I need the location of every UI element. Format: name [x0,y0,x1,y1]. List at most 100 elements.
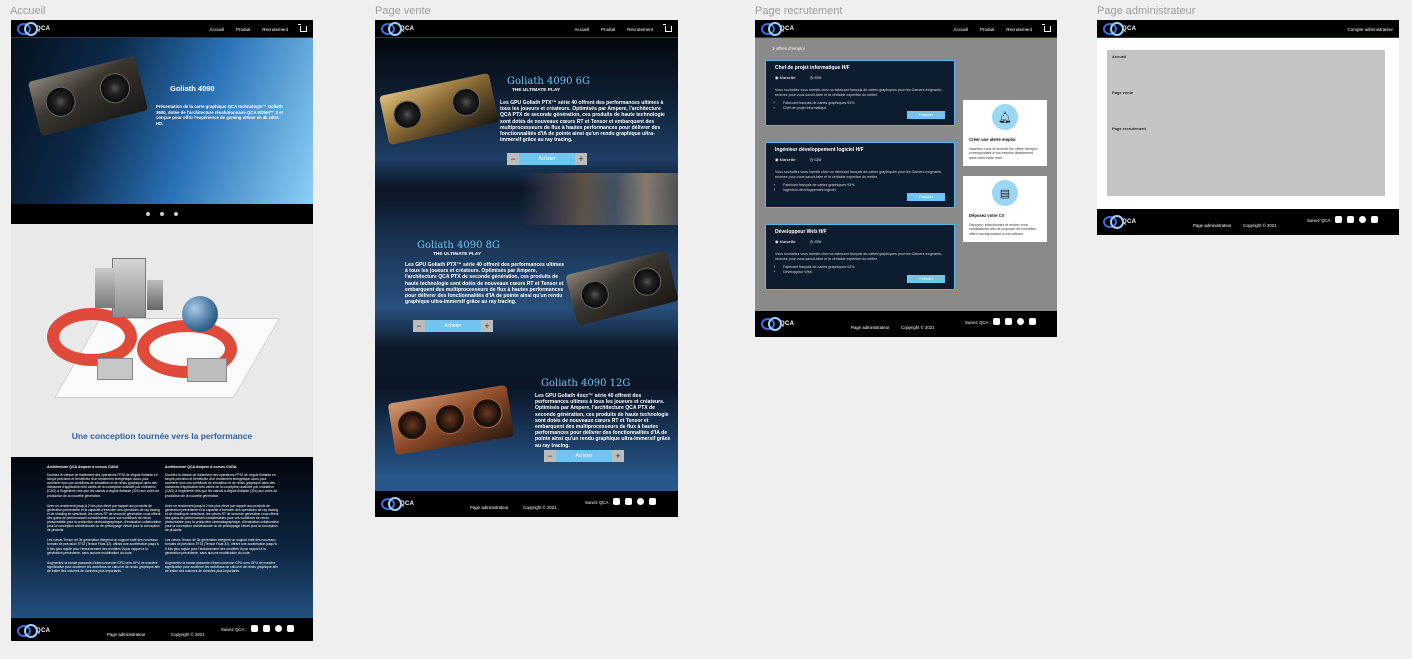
job-title: Ingénieur développement logiciel H/F [775,147,864,153]
youtube-icon[interactable] [1347,216,1354,223]
footer-admin-link[interactable]: Page administrateur [1193,223,1231,228]
nav-link-accueil[interactable]: Accueil [209,27,224,32]
logo[interactable]: QCA [17,21,51,36]
nav-link-produit[interactable]: Produit [601,27,615,32]
linkedin-icon[interactable] [287,625,294,632]
job-bullet: Ingénieur développement logiciel. [783,188,945,193]
product-image-12g [387,384,515,456]
facebook-icon[interactable] [1359,216,1366,223]
twitter-icon[interactable] [1335,216,1342,223]
plus-button[interactable]: + [481,320,493,332]
nav-link-recrutement[interactable]: Recrutement [627,27,653,32]
youtube-icon[interactable] [1005,318,1012,325]
twitter-icon[interactable] [613,498,620,505]
linkedin-icon[interactable] [1371,216,1378,223]
product-title-6g: Goliath 4090 6G [507,76,590,87]
linkedin-icon[interactable] [649,498,656,505]
cart-icon[interactable] [663,24,672,32]
game-screenshots-strip [520,173,678,225]
product-image-8g [565,250,678,326]
logo-icon [1103,215,1124,229]
carousel-dot[interactable] [160,212,164,216]
buy-button[interactable]: Acheter [425,320,481,332]
upload-cv-card[interactable]: ▤ Déposez votre CV Déposez, sélectionnez… [963,176,1047,242]
column-paragraph: Les cœurs Tensor de 3e génération intègr… [165,538,277,555]
cart-icon[interactable] [1042,24,1051,32]
carousel-dot[interactable] [174,212,178,216]
cart-icon[interactable] [298,24,307,32]
admin-item-accueil[interactable]: Accueil [1112,54,1126,59]
hero-title: Goliath 4090 [170,84,215,93]
nav-link-produit[interactable]: Produit [980,27,994,32]
footer: QCA Page administrateur Copyright © 2021… [375,491,678,517]
buy-control-6g: − Acheter + [507,153,587,165]
footer-follow-label: Suivez QCA : [1307,218,1333,223]
facebook-icon[interactable] [1017,318,1024,325]
apply-button[interactable]: Postuler [907,193,945,201]
logo[interactable]: QCA [761,21,794,36]
nav-link-recrutement[interactable]: Recrutement [1006,27,1032,32]
job-bullet: Chef de projet informatique. [783,106,945,111]
footer-logo[interactable]: QCA [381,497,414,511]
job-contract: ◷ CDI [809,75,822,80]
footer-copyright: Copyright © 2021 [1243,223,1277,228]
apply-button[interactable]: Postuler [907,275,945,283]
minus-button[interactable]: − [413,320,425,332]
nav-link-produit[interactable]: Produit [236,27,250,32]
frame-label-admin: Page administrateur [1097,5,1196,17]
architecture-section: Architecture QCA Ampere à coeurs CUDA Do… [11,457,313,641]
footer-admin-link[interactable]: Page administrateur [107,632,145,637]
twitter-icon[interactable] [993,318,1000,325]
column-title: Architecture QCA Ampere à coeurs CUDA [47,465,119,469]
apply-button[interactable]: Postuler [907,111,945,119]
job-bullet: Développeur Web. [783,270,945,275]
twitter-icon[interactable] [251,625,258,632]
logo[interactable]: QCA [381,21,415,36]
logo[interactable]: QCA [1103,21,1137,36]
facebook-icon[interactable] [637,498,644,505]
youtube-icon[interactable] [263,625,270,632]
hero-gpu-image [27,55,149,137]
job-contract: ◷ CDI [809,239,822,244]
nav-link-accueil[interactable]: Accueil [953,27,968,32]
footer-admin-link[interactable]: Page administrateur [851,325,889,330]
admin-item-recrutement[interactable]: Page recrutement [1112,126,1146,131]
footer: QCA Page administrateur Copyright © 2021… [1097,209,1399,235]
minus-button[interactable]: − [507,153,519,165]
logo-icon [761,317,782,331]
nav-link-recrutement[interactable]: Recrutement [262,27,288,32]
facebook-icon[interactable] [275,625,282,632]
column-paragraph: Doublez la vitesse de traitement des opé… [165,473,278,498]
logo-text: QCA [400,25,415,32]
nav-link-accueil[interactable]: Accueil [574,27,589,32]
carousel-dot[interactable] [146,212,150,216]
footer-logo[interactable]: QCA [761,317,794,331]
admin-item-vente[interactable]: Page vente [1112,90,1133,95]
minus-button[interactable]: − [544,450,556,462]
plus-button[interactable]: + [612,450,624,462]
admin-account-link[interactable]: Compte administrateur [1347,27,1393,32]
recrutement-frame: QCA Accueil Produit Recrutement 3 offres… [755,20,1057,337]
buy-control-8g: − Acheter + [413,320,493,332]
product-text-6g: Les GPU Goliath PTX™ série 40 offrent de… [500,100,665,144]
job-location: ◉ Marseille [775,75,796,80]
job-alert-title: Créer une alerte emploi [969,137,1016,142]
footer-copyright: Copyright © 2021 [171,632,205,637]
buy-button[interactable]: Acheter [556,450,612,462]
plus-button[interactable]: + [575,153,587,165]
footer-copyright: Copyright © 2021 [523,505,557,510]
job-alert-card[interactable]: 🔔︎ Créer une alerte emploi Inscrivez-vou… [963,100,1047,166]
linkedin-icon[interactable] [1029,318,1036,325]
logo-text: QCA [1122,25,1137,32]
logo-text: QCA [36,25,51,32]
footer-admin-link[interactable]: Page administrateur [470,505,508,510]
job-contract: ◷ CDI [809,157,822,162]
youtube-icon[interactable] [625,498,632,505]
buy-button[interactable]: Acheter [519,153,575,165]
footer-logo[interactable]: QCA [17,624,50,638]
job-card: Développeur Web H/F ◉ Marseille ◷ CDI Vou… [765,224,955,290]
footer-logo[interactable]: QCA [1103,215,1136,229]
accueil-frame: QCA Accueil Produit Recrutement Goliath … [11,20,313,641]
job-title: Développeur Web H/F [775,229,827,235]
frame-label-vente: Page vente [375,5,431,17]
